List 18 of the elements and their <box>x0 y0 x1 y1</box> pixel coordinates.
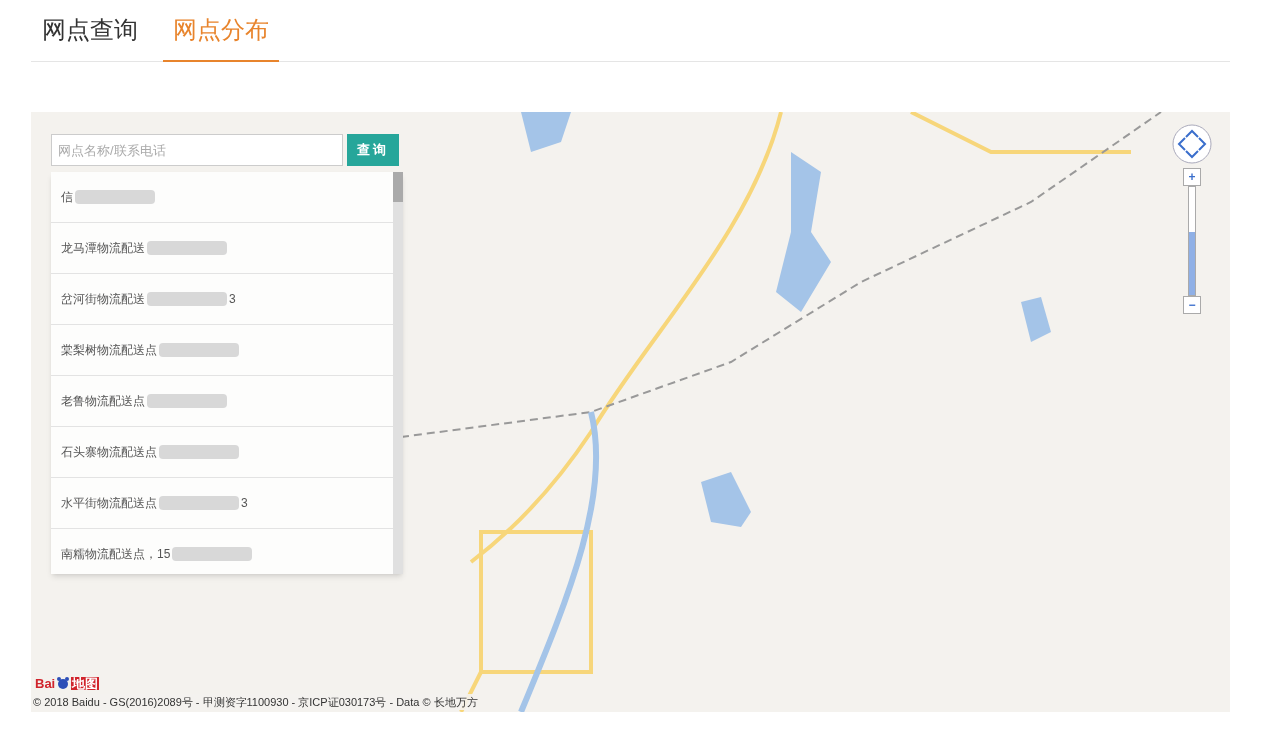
scrollbar[interactable] <box>393 172 403 574</box>
result-item[interactable]: 南糯物流配送点，15 <box>51 529 393 574</box>
zoom-out-button[interactable]: − <box>1183 296 1201 314</box>
baidu-map-logo: Bai 地图 <box>35 676 100 690</box>
result-item[interactable]: 老鲁物流配送点 <box>51 376 393 427</box>
pan-control-icon[interactable] <box>1172 124 1212 164</box>
copyright-text: © 2018 Baidu - GS(2016)2089号 - 甲测资字1100930 - 京ICP证030173号 - Data © 长地万方 <box>33 693 478 710</box>
result-item[interactable]: 水平街物流配送点 3 <box>51 478 393 529</box>
map[interactable]: 网点名称/联系电话 查询 信 龙马潭物流配送 岔河街物流配送 3 棠梨树物流配送点 老鲁物流配送点 石头寨物流配送点 水平街物流配送点 3 南糯物流配送点，15 + − Bai 地图 © 2018 Baidu - GS(2016)2089号 - 甲测资字1100930 - 京ICP证030173号 - Data © 长地万方 <box>31 112 1230 712</box>
zoom-slider[interactable] <box>1188 186 1196 296</box>
result-item[interactable]: 岔河街物流配送 3 <box>51 274 393 325</box>
zoom-in-button[interactable]: + <box>1183 168 1201 186</box>
search-field[interactable]: 网点名称/联系电话 <box>51 134 343 166</box>
result-item[interactable]: 信 <box>51 172 393 223</box>
tab[interactable]: 网点查询 <box>41 0 139 62</box>
result-item[interactable]: 棠梨树物流配送点 <box>51 325 393 376</box>
result-item[interactable]: 龙马潭物流配送 <box>51 223 393 274</box>
result-item[interactable]: 石头寨物流配送点 <box>51 427 393 478</box>
